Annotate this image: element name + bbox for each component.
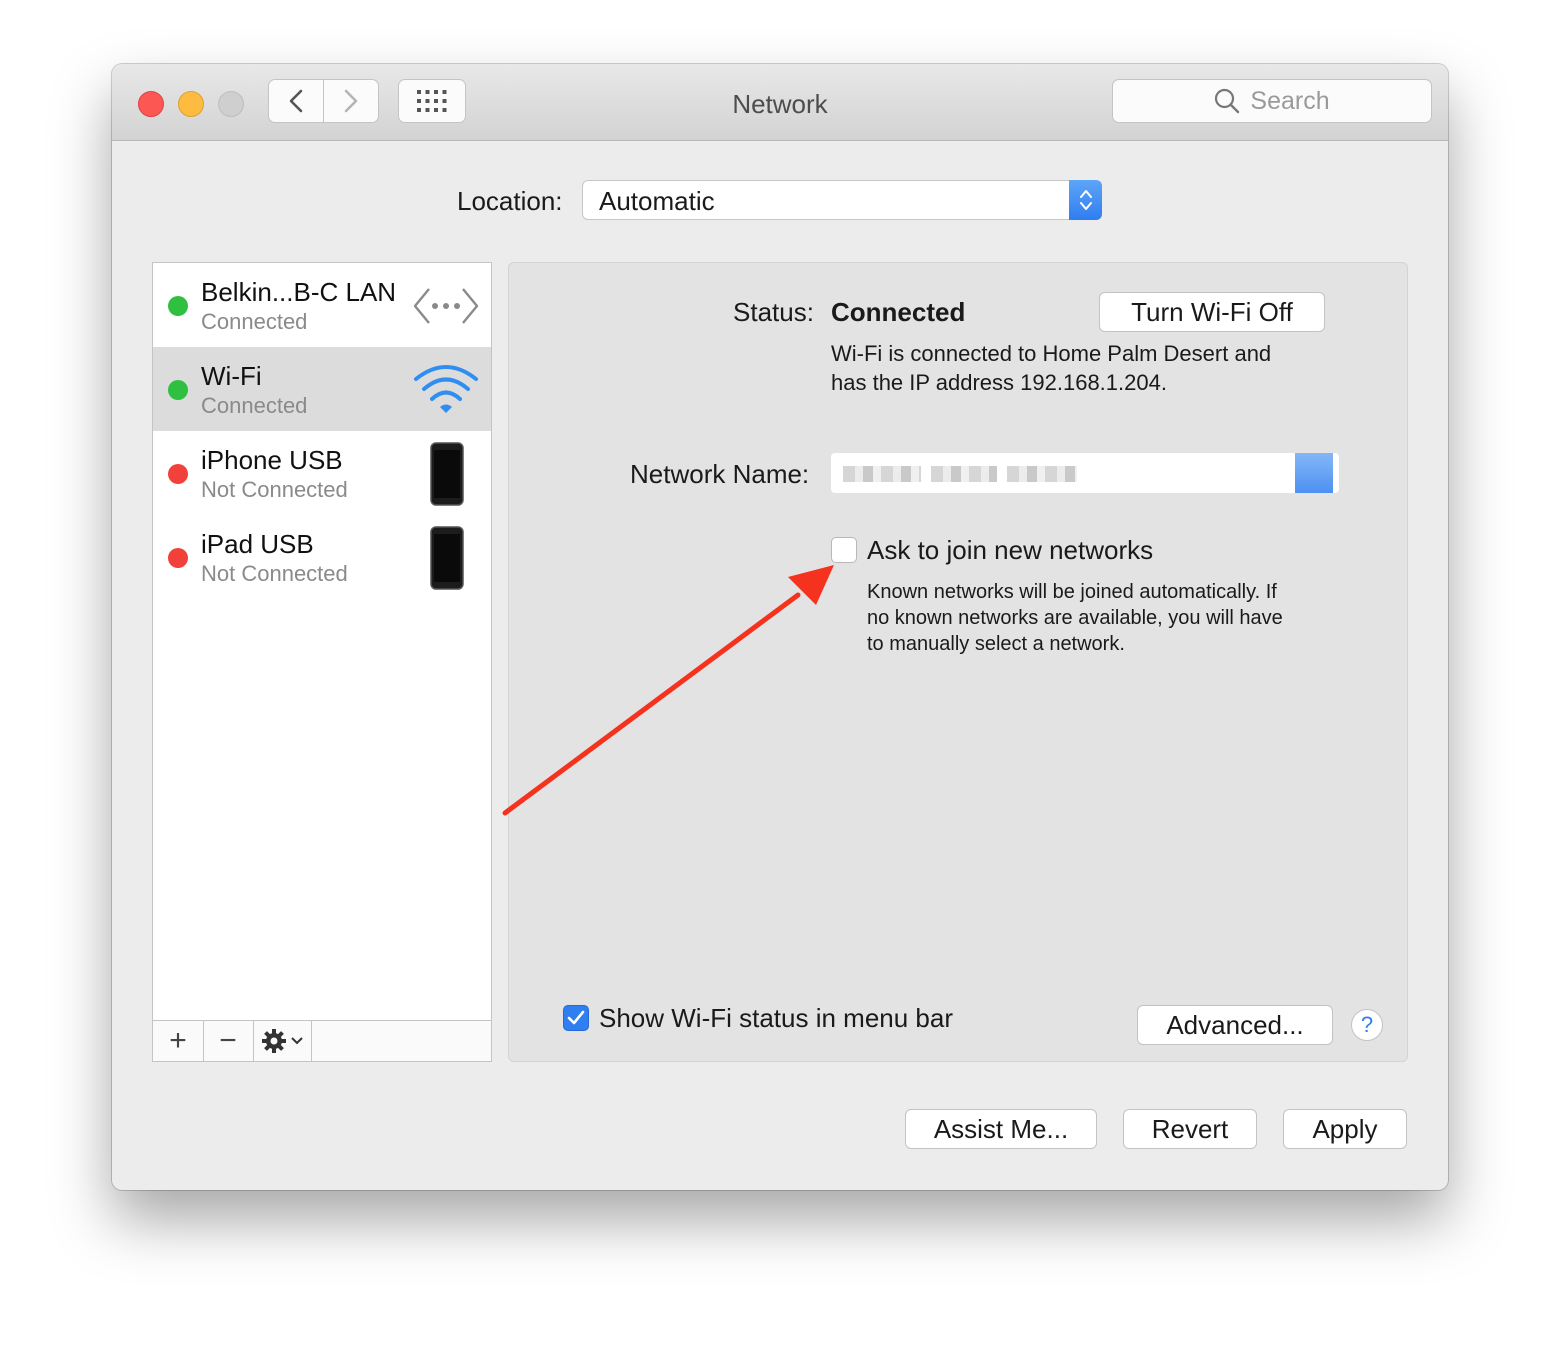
remove-service-button[interactable]: − xyxy=(203,1021,254,1061)
ask-join-label: Ask to join new networks xyxy=(867,535,1154,565)
iphone-icon xyxy=(430,442,464,506)
search-icon xyxy=(1215,88,1240,114)
service-item-iphone-usb[interactable]: iPhone USB Not Connected xyxy=(153,431,491,515)
status-label: Status: xyxy=(733,297,814,327)
help-text-line: Known networks will be joined automatica… xyxy=(867,581,1277,603)
plus-icon: + xyxy=(169,1024,187,1057)
service-item-wifi[interactable]: Wi-Fi Connected xyxy=(153,347,491,431)
status-description-line: has the IP address 192.168.1.204. xyxy=(831,370,1167,395)
status-description: Wi-Fi is connected to Home Palm Desert a… xyxy=(831,339,1331,397)
service-name: iPad USB xyxy=(201,529,314,559)
status-dot xyxy=(168,380,188,400)
service-name: Wi-Fi xyxy=(201,361,262,391)
service-item-ipad-usb[interactable]: iPad USB Not Connected xyxy=(153,515,491,599)
location-select[interactable]: Automatic xyxy=(582,180,1102,220)
help-text-line: no known networks are available, you wil… xyxy=(867,607,1283,629)
service-status: Connected xyxy=(201,393,308,418)
up-down-chevron-icon xyxy=(1295,453,1333,493)
service-list-toolbar: + − xyxy=(153,1020,491,1061)
turn-wifi-off-button[interactable]: Turn Wi-Fi Off xyxy=(1099,292,1325,332)
service-status: Not Connected xyxy=(201,561,348,586)
network-name-label: Network Name: xyxy=(630,459,810,489)
status-description-line: Wi-Fi is connected to Home Palm Desert a… xyxy=(831,341,1272,366)
location-label: Location: xyxy=(457,186,563,216)
help-button[interactable]: ? xyxy=(1351,1009,1383,1041)
checkmark-icon xyxy=(567,1010,585,1025)
status-dot xyxy=(168,464,188,484)
revert-button[interactable]: Revert xyxy=(1123,1109,1257,1149)
status-value: Connected xyxy=(831,297,966,327)
title-bar: Network Search xyxy=(112,64,1448,141)
status-dot xyxy=(168,296,188,316)
service-name: Belkin...B-C LAN xyxy=(201,277,397,307)
minus-icon: − xyxy=(219,1024,237,1057)
show-status-label: Show Wi-Fi status in menu bar xyxy=(599,1003,954,1033)
up-down-chevron-icon xyxy=(1069,180,1102,220)
assist-me-button[interactable]: Assist Me... xyxy=(905,1109,1097,1149)
location-value: Automatic xyxy=(599,186,715,216)
ipad-icon xyxy=(430,526,464,590)
advanced-button[interactable]: Advanced... xyxy=(1137,1005,1333,1045)
wifi-icon xyxy=(414,365,478,413)
service-list: Belkin...B-C LAN Connected Wi-Fi Connect… xyxy=(152,262,492,1062)
network-preferences-window: Network Search Location: Automatic Belki… xyxy=(112,64,1448,1190)
action-menu-button[interactable] xyxy=(253,1021,312,1061)
wifi-detail-panel: Status: Connected Turn Wi-Fi Off Wi-Fi i… xyxy=(508,262,1408,1062)
service-name: iPhone USB xyxy=(201,445,343,475)
help-text-line: to manually select a network. xyxy=(867,633,1125,655)
search-field[interactable]: Search xyxy=(1112,79,1432,123)
ethernet-icon xyxy=(413,288,479,324)
search-placeholder: Search xyxy=(1250,86,1330,115)
chevron-down-icon xyxy=(290,1037,303,1045)
service-item-ethernet[interactable]: Belkin...B-C LAN Connected xyxy=(153,263,491,347)
apply-button[interactable]: Apply xyxy=(1283,1109,1407,1149)
status-dot xyxy=(168,548,188,568)
service-status: Not Connected xyxy=(201,477,348,502)
ask-join-checkbox[interactable] xyxy=(831,537,857,563)
add-service-button[interactable]: + xyxy=(153,1021,204,1061)
show-status-checkbox[interactable] xyxy=(563,1005,589,1031)
service-status: Connected xyxy=(201,309,308,334)
network-name-select[interactable] xyxy=(831,453,1339,493)
gear-icon xyxy=(261,1029,286,1053)
ask-join-help-text: Known networks will be joined automatica… xyxy=(867,579,1283,657)
